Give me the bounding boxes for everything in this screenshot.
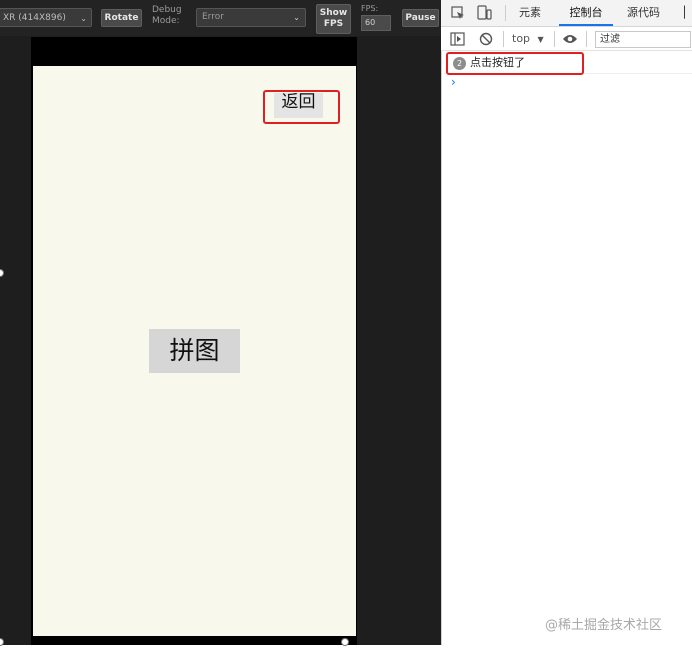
toolbar-separator bbox=[586, 31, 587, 47]
tab-overflow[interactable]: ▏ bbox=[684, 0, 692, 26]
puzzle-button[interactable]: 拼图 bbox=[149, 329, 240, 373]
fps-label: FPS: bbox=[361, 4, 379, 13]
fps-input[interactable]: 60 bbox=[361, 15, 391, 31]
toolbar-separator bbox=[503, 31, 504, 47]
console-prompt[interactable]: › bbox=[451, 75, 456, 89]
context-selector[interactable]: top ▼ bbox=[512, 31, 544, 47]
chevron-down-icon: ⌄ bbox=[80, 14, 87, 23]
console-message-highlight bbox=[446, 52, 584, 75]
clear-console-icon[interactable] bbox=[479, 32, 493, 46]
device-select-label: XR (414X896) bbox=[3, 13, 66, 23]
debug-mode-label: Debug Mode: bbox=[152, 5, 182, 26]
sidebar-toggle-icon[interactable] bbox=[450, 32, 465, 46]
pause-button[interactable]: Pause bbox=[402, 9, 439, 27]
show-fps-button[interactable]: Show FPS bbox=[316, 4, 351, 34]
tab-separator bbox=[505, 5, 506, 21]
inspect-element-icon[interactable] bbox=[451, 6, 465, 20]
resize-handle-bottom[interactable] bbox=[341, 638, 349, 646]
back-button-highlight bbox=[263, 90, 340, 124]
tab-sources[interactable]: 源代码 bbox=[627, 0, 660, 26]
context-selector-value: top bbox=[512, 32, 531, 45]
devtools-panel bbox=[441, 0, 692, 645]
eye-icon[interactable] bbox=[562, 33, 578, 45]
device-select[interactable]: XR (414X896) ⌄ bbox=[0, 8, 92, 27]
device-toolbar-icon[interactable] bbox=[477, 5, 492, 21]
tab-elements[interactable]: 元素 bbox=[519, 0, 541, 26]
caret-down-icon: ▼ bbox=[537, 35, 544, 44]
rotate-button[interactable]: Rotate bbox=[101, 9, 142, 27]
debug-mode-select[interactable]: Error ⌄ bbox=[196, 8, 306, 27]
chevron-down-icon: ⌄ bbox=[293, 13, 300, 22]
debug-mode-value: Error bbox=[202, 12, 224, 22]
watermark: @稀土掘金技术社区 bbox=[545, 618, 663, 633]
tab-console[interactable]: 控制台 bbox=[559, 0, 613, 26]
filter-input[interactable]: 过滤 bbox=[595, 31, 691, 48]
toolbar-separator bbox=[554, 31, 555, 47]
